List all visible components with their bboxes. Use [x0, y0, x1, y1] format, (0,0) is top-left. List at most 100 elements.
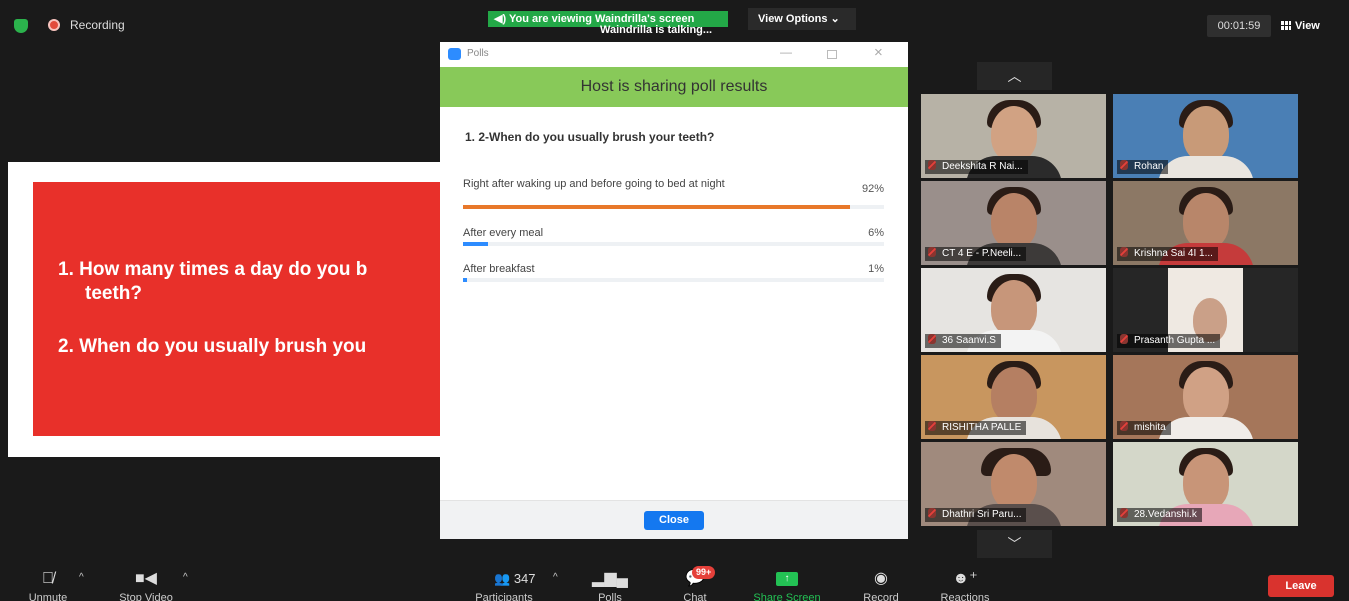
video-tile[interactable]: Rohan: [1113, 94, 1298, 178]
video-tile[interactable]: mishita: [1113, 355, 1298, 439]
close-icon[interactable]: ×: [874, 45, 883, 61]
participants-button[interactable]: 👥 347 Participants: [464, 560, 544, 601]
chat-label: Chat: [683, 592, 707, 601]
video-tile[interactable]: Deekshita R Nai...: [921, 94, 1106, 178]
record-label: Record: [863, 592, 899, 601]
participant-name-tag: RISHITHA PALLE: [925, 421, 1027, 435]
participant-video: [991, 106, 1037, 162]
video-tile[interactable]: RISHITHA PALLE: [921, 355, 1106, 439]
participant-name: Prasanth Gupta ...: [1134, 335, 1216, 346]
chevron-up-icon: ︿: [1007, 68, 1022, 84]
video-tile[interactable]: Krishna Sai 4I 1...: [1113, 181, 1298, 265]
video-tile[interactable]: Dhathri Sri Paru...: [921, 442, 1106, 526]
video-tile[interactable]: 28.Vedanshi.k: [1113, 442, 1298, 526]
smiley-icon: ☻⁺: [952, 570, 978, 587]
view-options-button[interactable]: View Options ⌄: [748, 8, 856, 30]
participants-label: Participants: [475, 592, 533, 601]
participant-video: [991, 193, 1037, 249]
participant-name: Deekshita R Nai...: [942, 161, 1023, 172]
mic-muted-icon: [1120, 421, 1128, 431]
recording-icon: [48, 19, 60, 31]
participant-name-tag: Prasanth Gupta ...: [1117, 334, 1221, 348]
active-speaker-label: Waindrilla is talking...: [600, 24, 713, 36]
participant-name-tag: 28.Vedanshi.k: [1117, 508, 1202, 522]
chat-button[interactable]: 💬 99+ Chat: [673, 560, 717, 601]
polls-window-title: Polls: [467, 48, 489, 59]
polls-window: Polls — × Host is sharing poll results 1…: [440, 42, 908, 539]
participant-video: [1183, 367, 1229, 423]
video-options-caret-icon[interactable]: ^: [183, 572, 188, 583]
unmute-button[interactable]: 🎙̸ Unmute: [22, 560, 74, 601]
participant-video: [991, 367, 1037, 423]
poll-question: 1. 2-When do you usually brush your teet…: [465, 130, 715, 144]
view-button[interactable]: View: [1281, 15, 1337, 37]
polls-footer: Close: [440, 500, 908, 539]
leave-meeting-button[interactable]: Leave: [1268, 575, 1334, 597]
video-tile[interactable]: 36 Saanvi.S: [921, 268, 1106, 352]
participant-name-tag: Krishna Sai 4I 1...: [1117, 247, 1218, 261]
poll-option-bar-fill: [463, 278, 468, 282]
reactions-button[interactable]: ☻⁺ Reactions: [933, 560, 997, 601]
poll-option-percent: 92%: [861, 183, 884, 195]
participant-name-tag: CT 4 E - P.Neeli...: [925, 247, 1027, 261]
poll-option-label: After breakfast: [463, 263, 535, 275]
bar-chart-icon: ▂▆▄: [592, 570, 628, 587]
mic-muted-icon: [1120, 247, 1128, 257]
participant-name: RISHITHA PALLE: [942, 422, 1022, 433]
participant-video: [1183, 193, 1229, 249]
slide-question-1-cont: teeth?: [85, 283, 142, 304]
chat-unread-badge: 99+: [692, 566, 716, 579]
view-options-label: View Options: [758, 13, 828, 25]
participant-video: [1158, 417, 1254, 439]
participant-name: Rohan: [1134, 161, 1164, 172]
participant-name: CT 4 E - P.Neeli...: [942, 248, 1022, 259]
audio-options-caret-icon[interactable]: ^: [79, 572, 84, 583]
participants-caret-icon[interactable]: ^: [553, 572, 558, 583]
share-screen-button[interactable]: ↑ Share Screen: [745, 560, 829, 601]
chevron-down-icon: ﹀: [1007, 536, 1022, 552]
meeting-toolbar: 🎙̸ Unmute ^ ■◀ Stop Video ^ 👥 347 Partic…: [0, 560, 1349, 601]
poll-option-label: Right after waking up and before going t…: [463, 178, 725, 190]
poll-option-percent: 6%: [868, 227, 884, 239]
polls-app-icon: [448, 48, 461, 60]
poll-option-label: After every meal: [463, 227, 544, 239]
speaker-icon: ◀): [494, 13, 509, 25]
gallery-page-up-button[interactable]: ︿: [977, 62, 1052, 90]
poll-option-bar-fill: [463, 205, 851, 209]
mic-muted-icon: [1120, 508, 1128, 518]
mic-muted-icon: [928, 421, 936, 431]
gallery-page-down-button[interactable]: ﹀: [977, 530, 1052, 558]
poll-option-percent: 1%: [868, 263, 884, 275]
participant-video: [1158, 156, 1254, 178]
participant-name: 28.Vedanshi.k: [1134, 509, 1197, 520]
stop-video-label: Stop Video: [119, 592, 173, 601]
gallery-grid-icon: [1281, 21, 1291, 30]
video-tile[interactable]: Prasanth Gupta ...: [1113, 268, 1298, 352]
maximize-icon[interactable]: [827, 50, 837, 59]
poll-results-header: Host is sharing poll results: [440, 67, 908, 107]
participant-video: [991, 454, 1037, 510]
close-poll-button[interactable]: Close: [644, 511, 704, 530]
participants-count: 347: [513, 571, 536, 586]
stop-video-button[interactable]: ■◀ Stop Video: [110, 560, 182, 601]
record-button[interactable]: ◉ Record: [855, 560, 907, 601]
security-shield-icon[interactable]: [14, 19, 28, 33]
poll-option-bar: [463, 205, 884, 209]
shared-screen: 1. How many times a day do you b teeth? …: [8, 162, 443, 457]
recording-label: Recording: [70, 18, 125, 32]
polls-button[interactable]: ▂▆▄ Polls: [590, 560, 630, 601]
video-tile[interactable]: CT 4 E - P.Neeli...: [921, 181, 1106, 265]
participant-name-tag: 36 Saanvi.S: [925, 334, 1001, 348]
share-screen-label: Share Screen: [753, 592, 821, 601]
slide-question-2: 2. When do you usually brush you: [58, 336, 367, 357]
participant-name: Krishna Sai 4I 1...: [1134, 248, 1213, 259]
participant-name-tag: Deekshita R Nai...: [925, 160, 1028, 174]
polls-title-bar: Polls — ×: [440, 42, 908, 66]
slide-content: 1. How many times a day do you b teeth? …: [33, 182, 443, 436]
participant-name-tag: Rohan: [1117, 160, 1169, 174]
video-camera-icon: ■◀: [135, 570, 157, 587]
polls-label: Polls: [598, 592, 622, 601]
participant-name-tag: mishita: [1117, 421, 1171, 435]
participant-name-tag: Dhathri Sri Paru...: [925, 508, 1027, 522]
minimize-icon[interactable]: —: [780, 46, 792, 59]
